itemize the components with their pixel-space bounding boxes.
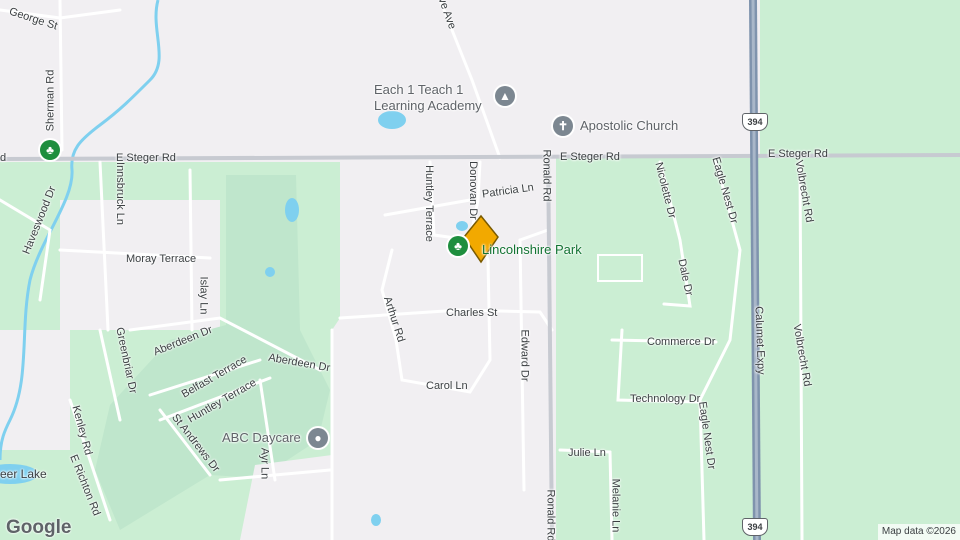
road-label: E Steger Rd xyxy=(560,151,620,163)
subdivision-block-a xyxy=(60,200,220,330)
daycare-icon[interactable]: ● xyxy=(308,428,328,448)
road-label: Julie Ln xyxy=(568,447,606,459)
road-label: Ayr Ln xyxy=(258,447,271,480)
road-label: Ronald Rd xyxy=(544,489,557,540)
pond-golf-2 xyxy=(265,267,275,277)
school-name-line2[interactable]: Learning Academy xyxy=(374,99,482,112)
road-label: Technology Dr xyxy=(630,393,701,405)
road-label: Huntley Terrace xyxy=(422,165,435,242)
road-label: Melanie Ln xyxy=(609,478,622,533)
pond-south xyxy=(371,514,381,526)
highway-shield-394: 394 xyxy=(742,518,768,536)
park-name[interactable]: Lincolnshire Park xyxy=(482,243,582,256)
map-canvas[interactable]: George St Sherman Rd Haveswood Dr Innsbr… xyxy=(0,0,960,540)
road-label: E Steger Rd xyxy=(116,152,176,164)
pond-park xyxy=(456,221,468,231)
school-icon[interactable]: ▲ xyxy=(495,86,515,106)
subdivision-block-b xyxy=(0,330,70,450)
map-base xyxy=(0,0,960,540)
pond-north xyxy=(378,111,406,129)
map-attribution[interactable]: Map data ©2026 xyxy=(877,524,960,540)
highway-shield-394: 394 xyxy=(742,113,768,131)
road-label: E Steger Rd xyxy=(768,148,828,160)
pond-golf-1 xyxy=(285,198,299,222)
road-label: Innsbruck Ln xyxy=(113,162,126,225)
road-label: Charles St xyxy=(446,307,498,319)
road-label: Ronald Rd xyxy=(540,149,553,202)
road-label: Moray Terrace xyxy=(126,253,197,265)
lake-label: eer Lake xyxy=(0,467,47,481)
road-label: Islay Ln xyxy=(197,276,210,315)
road-label: Donovan Dr xyxy=(466,161,479,220)
road-label: Sherman Rd xyxy=(44,69,57,132)
park-tree-icon[interactable]: ♣ xyxy=(40,140,60,160)
daycare-name[interactable]: ABC Daycare xyxy=(222,431,301,444)
road-label: d xyxy=(0,152,7,164)
church-name[interactable]: Apostolic Church xyxy=(580,119,678,132)
road-label: Commerce Dr xyxy=(647,336,716,348)
road-label: Carol Ln xyxy=(426,380,468,392)
far-east-green-area xyxy=(760,0,960,158)
road-label: Edward Dr xyxy=(518,329,531,382)
road-label: Calumet Expy xyxy=(752,306,767,375)
google-logo[interactable]: Google xyxy=(6,517,71,539)
school-name-line1[interactable]: Each 1 Teach 1 xyxy=(374,83,463,96)
park-tree-icon[interactable]: ♣ xyxy=(448,236,468,256)
church-icon[interactable]: ✝ xyxy=(553,116,573,136)
